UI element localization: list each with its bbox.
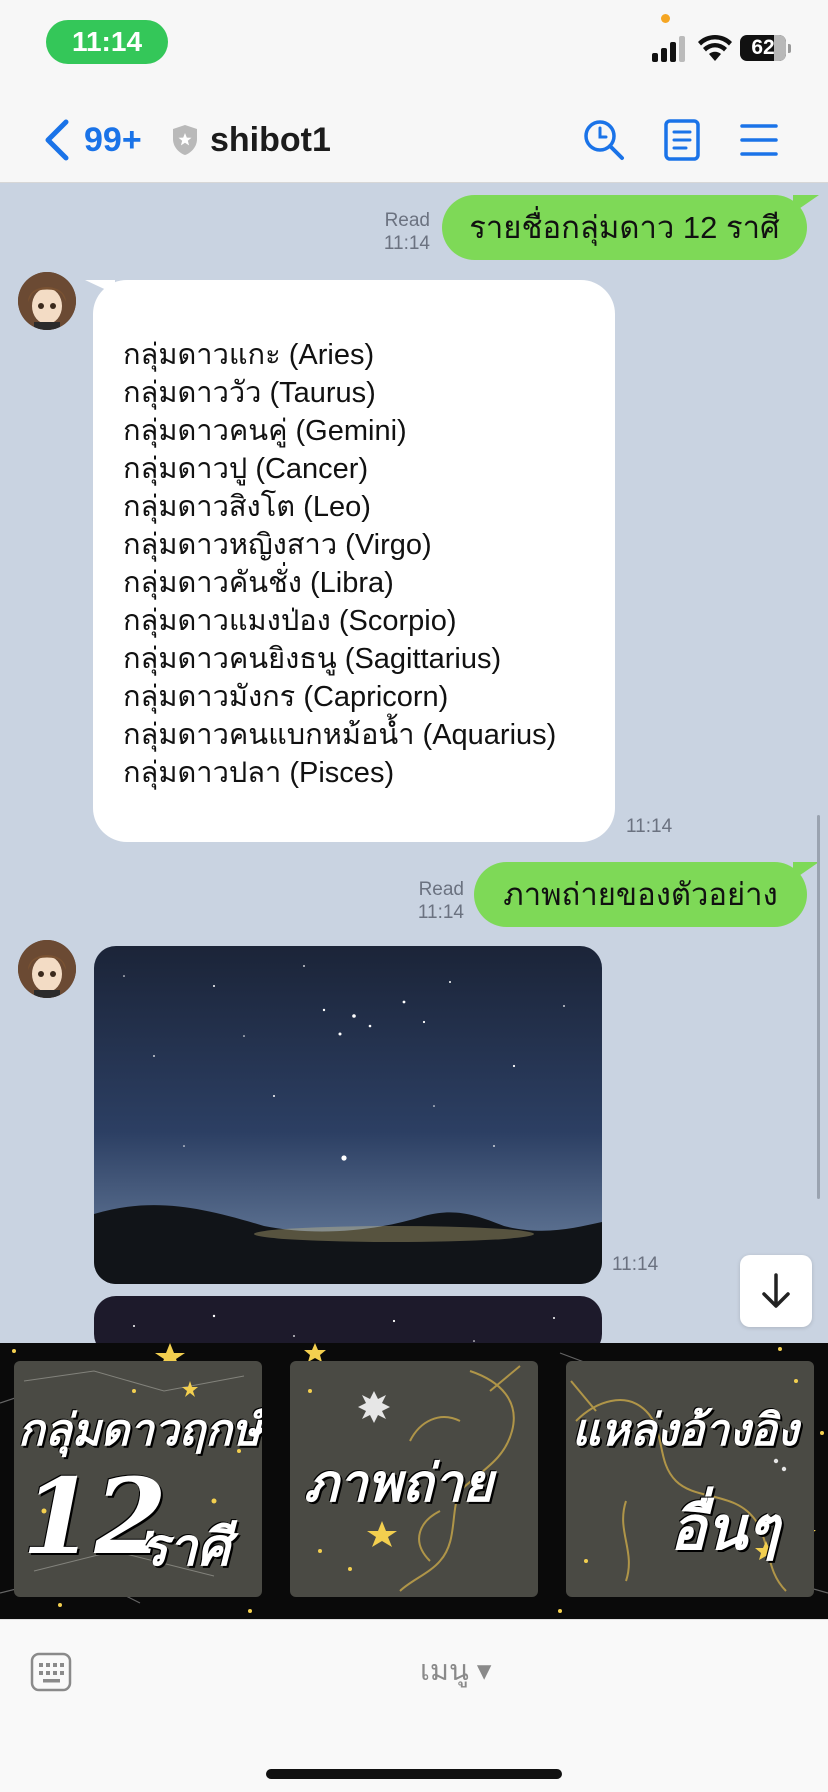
list-item: กลุ่มดาวหญิงสาว (Virgo) xyxy=(123,529,432,561)
list-item: กลุ่มดาวคนยิงธนู (Sagittarius) xyxy=(123,643,502,675)
list-item: กลุ่มดาวมังกร (Capricorn) xyxy=(123,681,449,713)
arrow-down-icon xyxy=(762,1273,790,1308)
top-bar: 11:14 62 99+ shibot1 xyxy=(0,0,828,183)
battery-level: 62 xyxy=(751,36,775,59)
rich-menu-toggle[interactable]: เมนู ▾ xyxy=(420,1652,491,1690)
bottom-bar: เมนู ▾ xyxy=(0,1619,828,1792)
message-time: 11:14 xyxy=(612,1254,659,1275)
list-item: กลุ่มดาววัว (Taurus) xyxy=(123,377,376,409)
tile-title: แหล่งอ้างอิง xyxy=(572,1405,799,1456)
list-item: กลุ่มดาวคันชั่ง (Libra) xyxy=(123,567,394,599)
incoming-message-bubble[interactable]: กลุ่มดาวแกะ (Aries) กลุ่มดาววัว (Taurus)… xyxy=(85,280,615,842)
message-text: ภาพถ่ายของตัวอย่าง xyxy=(503,877,778,912)
privacy-indicator-dot xyxy=(661,14,670,23)
unread-count[interactable]: 99+ xyxy=(84,120,142,160)
list-item: กลุ่มดาวคนคู่ (Gemini) xyxy=(123,415,407,447)
list-item: กลุ่มดาวปู (Cancer) xyxy=(123,453,369,485)
avatar-image xyxy=(18,272,76,330)
list-item: กลุ่มดาวคนแบกหม้อน้ำ (Aquarius) xyxy=(123,719,557,751)
wifi-icon xyxy=(698,34,732,61)
night-sky-image xyxy=(94,946,602,1284)
bot-avatar[interactable] xyxy=(18,272,76,330)
rich-menu-zodiac-list-button[interactable]: กลุ่มดาวฤกษ์ 12 ราศี xyxy=(14,1361,262,1597)
cellular-signal-icon xyxy=(652,36,688,62)
read-label: Read xyxy=(418,879,464,900)
message-time: 11:14 xyxy=(417,902,464,923)
message-text: รายชื่อกลุ่มดาว 12 ราศี xyxy=(469,210,780,245)
read-receipt: Read 11:14 xyxy=(408,878,464,924)
keyboard-icon[interactable] xyxy=(30,1652,72,1692)
hamburger-menu-icon[interactable] xyxy=(737,118,781,162)
tile-subtitle: อื่นๆ xyxy=(670,1494,780,1564)
zodiac-list: กลุ่มดาวแกะ (Aries) กลุ่มดาววัว (Taurus)… xyxy=(123,336,587,792)
avatar-image xyxy=(18,940,76,998)
read-receipt: Read 11:14 xyxy=(380,209,430,255)
list-item: กลุ่มดาวแกะ (Aries) xyxy=(123,339,375,371)
chevron-left-icon[interactable] xyxy=(42,118,72,162)
list-item: กลุ่มดาวแมงป่อง (Scorpio) xyxy=(123,605,457,637)
rich-menu: กลุ่มดาวฤกษ์ 12 ราศี ภาพถ่าย แหล่งอ้างอิ… xyxy=(0,1343,828,1619)
outgoing-message-bubble[interactable]: รายชื่อกลุ่มดาว 12 ราศี xyxy=(442,195,819,260)
status-time: 11:14 xyxy=(46,20,168,64)
read-label: Read xyxy=(384,210,430,231)
tile-subtitle: ราศี xyxy=(140,1517,231,1578)
chat-title: shibot1 xyxy=(210,121,331,159)
bot-avatar[interactable] xyxy=(18,940,76,998)
list-item: กลุ่มดาวปลา (Pisces) xyxy=(123,757,395,789)
scroll-to-bottom-button[interactable] xyxy=(740,1255,812,1327)
tile-title: ภาพถ่าย xyxy=(304,1453,493,1514)
search-icon[interactable] xyxy=(582,118,626,162)
notes-icon[interactable] xyxy=(660,118,704,162)
scrollbar[interactable] xyxy=(817,815,820,1199)
home-indicator xyxy=(266,1769,562,1779)
message-time: 11:14 xyxy=(626,816,673,837)
message-time: 11:14 xyxy=(383,233,430,254)
star-photo[interactable] xyxy=(94,946,602,1284)
rich-menu-references-button[interactable]: แหล่งอ้างอิง อื่นๆ xyxy=(566,1361,814,1597)
list-item: กลุ่มดาวสิงโต (Leo) xyxy=(123,491,371,523)
rich-menu-photos-button[interactable]: ภาพถ่าย xyxy=(290,1361,538,1597)
battery-icon: 62 xyxy=(740,35,791,61)
outgoing-message-bubble[interactable]: ภาพถ่ายของตัวอย่าง xyxy=(474,862,819,927)
shield-star-icon xyxy=(173,125,197,155)
